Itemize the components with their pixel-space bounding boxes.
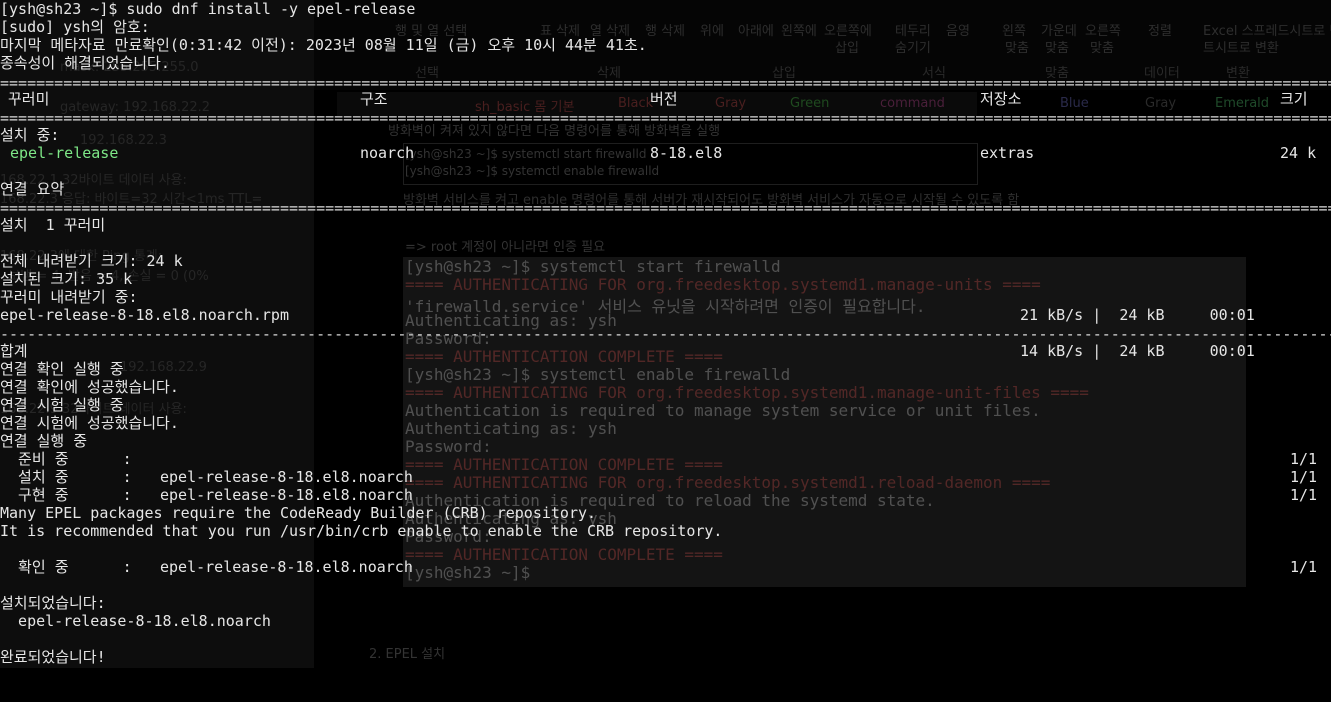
step-line: 구현 중 : epel-release-8-18.el8.noarch 1/1 [0, 486, 1317, 504]
package-name: epel-release [10, 144, 119, 162]
transaction-line: 연결 시험에 성공했습니다. [0, 414, 179, 432]
header-arch: 구조 [360, 90, 388, 108]
installed-line: 설치되었습니다: [0, 594, 106, 612]
transaction-text: 연결 확인 실행 중 [0, 360, 124, 378]
step-label: 설치 중 : [0, 468, 132, 486]
separator: ----------------------------------------… [0, 325, 1331, 343]
step-count: 1/1 [1290, 468, 1318, 486]
verify-detail: epel-release-8-18.el8.noarch [160, 558, 413, 576]
transaction-text: 연결 시험 실행 중 [0, 396, 124, 414]
step-line: 준비 중 : 1/1 [0, 450, 1317, 468]
transaction-line: 연결 확인 실행 중 [0, 360, 124, 378]
transaction-text: 연결 실행 중 [0, 432, 88, 450]
prompt-command: [ysh@sh23 ~]$ sudo dnf install -y epel-r… [0, 0, 416, 18]
sudo-prompt-line: [sudo] ysh의 암호: [0, 18, 150, 36]
total-download: 전체 내려받기 크기: 24 k [0, 252, 183, 270]
step-count: 1/1 [1290, 486, 1318, 504]
step-line: 설치 중 : epel-release-8-18.el8.noarch 1/1 [0, 468, 1317, 486]
installing-line: 설치 중: [0, 126, 59, 144]
deps-resolved: 종속성이 해결되었습니다. [0, 54, 170, 72]
downloading-line: 꾸러미 내려받기 중: [0, 288, 138, 306]
verify-line: 확인 중 : epel-release-8-18.el8.noarch 1/1 [0, 558, 1317, 576]
total-rate: 14 kB/s | 24 kB 00:01 [1020, 342, 1255, 360]
command-line: [ysh@sh23 ~]$ sudo dnf install -y epel-r… [0, 0, 415, 18]
download-file-line: epel-release-8-18.el8.noarch.rpm 21 kB/s… [0, 306, 1255, 324]
package-arch: noarch [360, 144, 415, 162]
transaction-text: 연결 시험에 성공했습니다. [0, 414, 179, 432]
step-detail: epel-release-8-18.el8.noarch [160, 468, 413, 486]
crb-line: It is recommended that you run /usr/bin/… [0, 522, 722, 540]
header-repo: 저장소 [980, 90, 1022, 108]
crb-message: Many EPEL packages require the CodeReady… [0, 504, 597, 522]
sudo-prompt: [sudo] ysh의 암호: [0, 18, 150, 36]
transaction-line: 연결 시험 실행 중 [0, 396, 124, 414]
header-version: 버전 [650, 90, 678, 108]
table-header: 꾸러미 구조 버전 저장소 크기 [0, 90, 1308, 108]
installed-size-line: 설치된 크기: 35 k [0, 270, 132, 288]
install-count-line: 설치 1 꾸러미 [0, 216, 105, 234]
separator: ========================================… [0, 109, 1331, 127]
install-count: 설치 1 꾸러미 [0, 216, 106, 234]
total-line: 합계 14 kB/s | 24 kB 00:01 [0, 342, 1255, 360]
summary-label: 연결 요약 [0, 180, 65, 198]
package-size: 24 k [1280, 144, 1317, 162]
installed-label: 설치되었습니다: [0, 594, 106, 612]
installed-size: 설치된 크기: 35 k [0, 270, 133, 288]
deps-line: 종속성이 해결되었습니다. [0, 54, 170, 72]
transaction-line: 연결 확인에 성공했습니다. [0, 378, 179, 396]
transaction-text: 연결 확인에 성공했습니다. [0, 378, 179, 396]
summary-line: 연결 요약 [0, 180, 64, 198]
separator: ========================================… [0, 199, 1331, 217]
total-download-line: 전체 내려받기 크기: 24 k [0, 252, 183, 270]
installed-package-line: epel-release-8-18.el8.noarch [0, 612, 271, 630]
table-row: epel-release noarch 8-18.el8 extras 24 k [0, 144, 1316, 162]
step-detail: epel-release-8-18.el8.noarch [160, 486, 413, 504]
metadata-line: 마지막 메타자료 만료확인(0:31:42 이전): 2023년 08월 11일… [0, 36, 647, 54]
header-package: 꾸러미 [8, 90, 50, 108]
step-label: 구현 중 : [0, 486, 132, 504]
package-version: 8-18.el8 [650, 144, 723, 162]
crb-line: Many EPEL packages require the CodeReady… [0, 504, 596, 522]
crb-message: It is recommended that you run /usr/bin/… [0, 522, 723, 540]
complete-line: 완료되었습니다! [0, 648, 106, 666]
downloading-label: 꾸러미 내려받기 중: [0, 288, 138, 306]
step-count: 1/1 [1290, 450, 1318, 468]
verify-count: 1/1 [1290, 558, 1318, 576]
download-file: epel-release-8-18.el8.noarch.rpm [0, 306, 289, 324]
package-repo: extras [980, 144, 1035, 162]
metadata-check: 마지막 메타자료 만료확인(0:31:42 이전): 2023년 08월 11일… [0, 36, 647, 54]
step-label: 준비 중 : [0, 450, 132, 468]
terminal-window[interactable]: [ysh@sh23 ~]$ sudo dnf install -y epel-r… [0, 0, 1331, 668]
installing-label: 설치 중: [0, 126, 60, 144]
installed-package: epel-release-8-18.el8.noarch [0, 612, 271, 630]
complete-message: 완료되었습니다! [0, 648, 106, 666]
transaction-line: 연결 실행 중 [0, 432, 87, 450]
total-label: 합계 [0, 342, 28, 360]
verify-label: 확인 중 : [0, 558, 132, 576]
header-size: 크기 [1280, 90, 1308, 108]
download-rate: 21 kB/s | 24 kB 00:01 [1020, 306, 1255, 324]
